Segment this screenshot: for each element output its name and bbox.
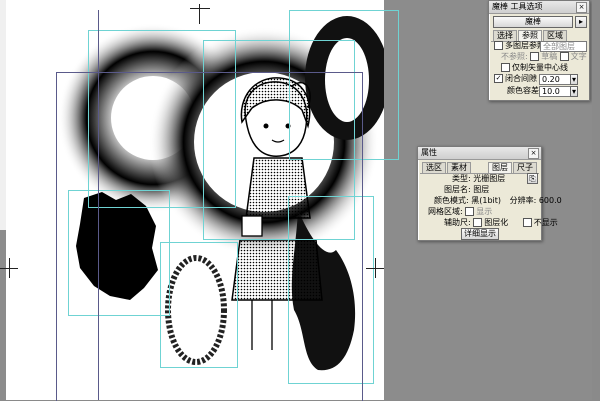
crop-mark-right-v <box>375 258 376 278</box>
screen-value: 显示 <box>476 207 493 216</box>
layer-link-icon[interactable]: ⎘ <box>527 173 538 184</box>
aux-value2: 不显示 <box>533 218 558 227</box>
aux-hide-checkbox[interactable] <box>522 218 532 227</box>
draft-label: 草稿 <box>541 52 558 61</box>
tool-preset-button[interactable]: 魔棒 <box>493 16 573 28</box>
tab-region[interactable]: 区域 <box>543 30 567 41</box>
workspace: 魔棒 工具选项 × 魔棒 ▸ 选择 参照 区域 多图层参照: 全部图层 不参照:… <box>0 0 600 401</box>
tool-tab-row: 选择 参照 区域 <box>491 28 587 42</box>
reference-select[interactable]: 全部图层 <box>540 41 587 52</box>
vector-center-label: 仅制矢量中心线 <box>512 63 568 72</box>
tolerance-row: 颜色容差: <box>507 86 542 96</box>
tolerance-stepper[interactable]: ▾ <box>570 86 578 97</box>
type-value: 光栅图层 <box>473 174 506 183</box>
close-gap-checkbox[interactable]: ✓ <box>494 74 503 83</box>
screen-checkbox[interactable] <box>465 207 475 216</box>
magic-wand-options-panel[interactable]: 魔棒 工具选项 × 魔棒 ▸ 选择 参照 区域 多图层参照: 全部图层 不参照:… <box>488 0 590 101</box>
properties-close-icon[interactable]: × <box>528 148 539 159</box>
tolerance-input[interactable]: 10.0 <box>539 86 571 97</box>
layer-name-value[interactable]: 图层 <box>473 185 489 194</box>
crop-mark-top-v <box>199 4 200 24</box>
tab-reference[interactable]: 参照 <box>518 30 542 41</box>
screen-row: 网格区域: 显示 <box>428 207 492 217</box>
screen-label: 网格区域: <box>428 207 463 216</box>
resolution-value[interactable]: 600.0 <box>539 196 562 205</box>
tab-ruler[interactable]: 尺子 <box>513 162 537 173</box>
panel-titlebar[interactable]: 魔棒 工具选项 × <box>489 1 589 14</box>
layer-name-row: 图层名: 图层 <box>444 185 489 195</box>
properties-tab-row: 选区 素材 图层 尺子 <box>420 160 539 174</box>
unref-row: 不参照: 草稿 文字 <box>501 52 587 62</box>
aux-label: 辅助尺: <box>444 218 471 227</box>
aux-value1: 图层化 <box>484 218 509 227</box>
type-label: 类型: <box>452 174 471 183</box>
close-icon[interactable]: × <box>576 2 587 13</box>
multi-layer-ref-checkbox[interactable] <box>494 41 503 50</box>
close-gap-label: 闭合间隙 <box>505 74 537 83</box>
text-label: 文字 <box>570 52 587 61</box>
tab-material[interactable]: 素材 <box>447 162 471 173</box>
settings-icon[interactable]: ▸ <box>575 16 587 28</box>
properties-title: 属性 <box>421 148 437 157</box>
resolution-label: 分辨率: <box>509 196 537 205</box>
tab-layer[interactable]: 图层 <box>488 162 512 173</box>
unref-label: 不参照: <box>501 52 528 61</box>
properties-titlebar[interactable]: 属性 × <box>418 147 541 160</box>
right-workspace-edge <box>592 0 600 400</box>
color-mode-label: 颜色模式: <box>434 196 469 205</box>
tab-select[interactable]: 选择 <box>493 30 517 41</box>
detail-display-button[interactable]: 详细显示 <box>461 228 499 240</box>
layer-name-label: 图层名: <box>444 185 471 194</box>
tolerance-label: 颜色容差: <box>507 86 542 95</box>
aux-layer-checkbox[interactable] <box>473 218 483 227</box>
gap-stepper[interactable]: ▾ <box>570 74 578 85</box>
color-mode-value[interactable]: 黑(1bit) <box>471 196 501 205</box>
properties-panel[interactable]: 属性 × 选区 素材 图层 尺子 类型: 光栅图层 ⎘ 图层名: 图层 颜色模式… <box>417 146 562 241</box>
type-row: 类型: 光栅图层 <box>452 174 505 184</box>
color-mode-row: 颜色模式: 黑(1bit) 分辨率: 600.0 <box>434 196 562 206</box>
draft-checkbox[interactable] <box>530 52 540 61</box>
vector-center-row: 仅制矢量中心线 <box>501 63 568 73</box>
aux-ruler-row: 辅助尺: 图层化 不显示 <box>444 218 558 228</box>
vector-center-checkbox[interactable] <box>501 63 510 72</box>
panel-frame-line <box>56 72 363 401</box>
close-gap-row: ✓ 闭合间隙 <box>494 74 537 84</box>
inner-frame-line <box>98 10 100 400</box>
crop-mark-left-v <box>9 258 10 278</box>
drawing-canvas[interactable] <box>6 0 399 401</box>
crop-mark-top <box>190 8 210 25</box>
text-checkbox[interactable] <box>559 52 569 61</box>
panel-title: 魔棒 工具选项 <box>492 2 543 11</box>
close-gap-input[interactable]: 0.20 mm <box>539 74 571 93</box>
tab-selection[interactable]: 选区 <box>422 162 446 173</box>
